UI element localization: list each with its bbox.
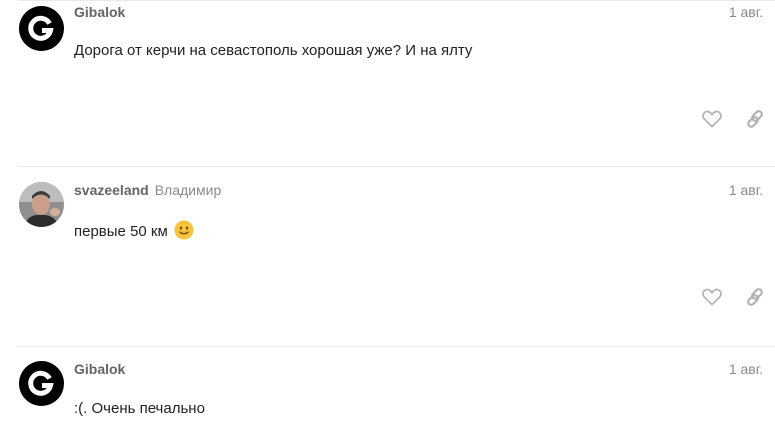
post-divider: [18, 166, 775, 167]
user-photo: [19, 182, 64, 227]
post-text: первые 50 км: [74, 223, 168, 240]
post-date[interactable]: 1 авг.: [729, 181, 763, 199]
user-avatar[interactable]: [19, 361, 64, 406]
username[interactable]: Gibalok: [74, 4, 125, 20]
post-text-row: первые 50 км: [74, 220, 194, 246]
slightly-smiling-face-icon: [174, 220, 194, 246]
post-author: Gibalok: [74, 360, 125, 378]
username[interactable]: svazeeland: [74, 182, 149, 198]
share-link-button[interactable]: [744, 108, 766, 130]
post-3: Gibalok 1 авг. :(. Очень печально: [0, 346, 775, 439]
post-text: :(. Очень печально: [74, 400, 205, 417]
heart-icon: [702, 110, 722, 128]
username[interactable]: Gibalok: [74, 361, 125, 377]
post-date[interactable]: 1 авг.: [729, 3, 763, 21]
post-divider: [18, 346, 775, 347]
full-name: Владимир: [154, 182, 222, 198]
like-button[interactable]: [701, 286, 723, 308]
post-author: Gibalok: [74, 3, 125, 21]
user-avatar[interactable]: [19, 182, 64, 227]
share-link-button[interactable]: [744, 286, 766, 308]
link-icon: [747, 110, 763, 128]
post-date[interactable]: 1 авг.: [729, 360, 763, 378]
letter-g-icon: [28, 15, 54, 41]
like-button[interactable]: [701, 108, 723, 130]
post-1: Gibalok 1 авг. Дорога от керчи на севаст…: [0, 0, 775, 166]
link-icon: [747, 288, 763, 306]
user-avatar[interactable]: [19, 6, 64, 51]
post-text: Дорога от керчи на севастополь хорошая у…: [74, 42, 473, 59]
letter-g-icon: [28, 370, 54, 396]
heart-icon: [702, 288, 722, 306]
post-author: svazeeland Владимир: [74, 181, 221, 199]
post-2: svazeeland Владимир 1 авг. первые 50 км: [0, 166, 775, 346]
